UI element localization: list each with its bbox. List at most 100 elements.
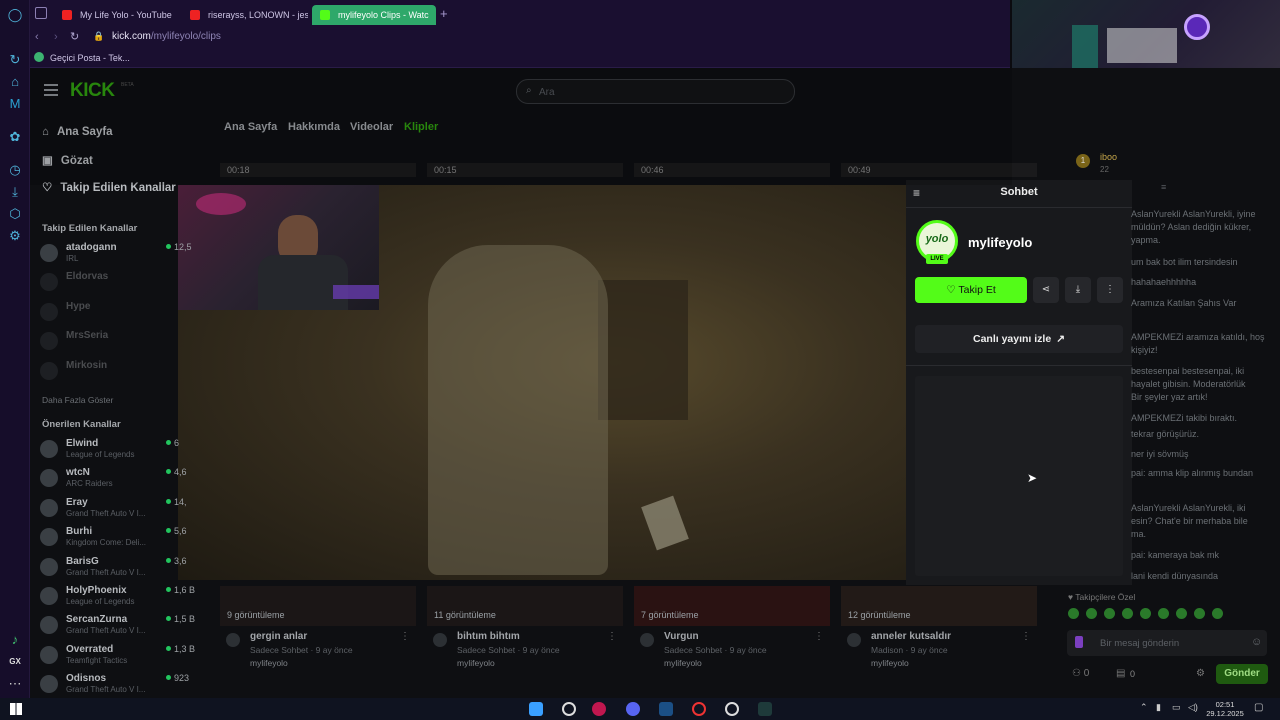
opera-gx-icon[interactable] (592, 702, 606, 716)
clip-thumb[interactable]: 00:15 (427, 163, 623, 177)
chat-pin-icon[interactable]: ≡ (1161, 182, 1166, 192)
more-options-icon[interactable]: ⋮ (400, 631, 410, 642)
windows-start-icon[interactable] (10, 703, 22, 715)
download-icon[interactable]: ⤓ (1065, 277, 1091, 303)
clip-thumbnail[interactable] (427, 586, 623, 626)
tab-about[interactable]: Hakkımda (288, 121, 340, 133)
gx-icon[interactable]: GX (7, 654, 23, 670)
emote-icon[interactable] (1158, 608, 1169, 619)
chat-settings-icon[interactable]: ⚙ (1196, 668, 1205, 679)
clip-thumbnail[interactable] (841, 586, 1037, 626)
messenger-icon[interactable]: M (7, 96, 23, 112)
emoji-icon[interactable]: ☺ (1251, 636, 1262, 648)
channel-item[interactable]: Eray Grand Theft Auto V I... 14, (40, 496, 190, 522)
channel-item[interactable]: Elwind League of Legends 6 (40, 437, 190, 463)
channel-item[interactable]: BarisG Grand Theft Auto V I... 3,6 (40, 555, 190, 581)
download-icon[interactable]: ⤓ (7, 184, 23, 200)
chatgpt-icon[interactable]: ✿ (7, 129, 23, 145)
channel-item[interactable]: Burhi Kingdom Come: Deli... 5,6 (40, 525, 190, 551)
settings-icon[interactable]: ⚙ (7, 228, 23, 244)
kick-logo[interactable]: KICK (70, 80, 115, 102)
clip-channel[interactable]: mylifeyolo (250, 658, 288, 668)
steam-icon[interactable] (659, 702, 673, 716)
forward-icon[interactable]: › (54, 31, 58, 43)
network-icon[interactable]: ▭ (1172, 702, 1181, 713)
url-field[interactable]: kick.com/mylifeyolo/clips (112, 31, 221, 42)
crowd-icon[interactable]: ⚇ 0 (1072, 668, 1089, 679)
clip-title[interactable]: Vurgun (664, 631, 699, 642)
nav-home[interactable]: ⌂ Ana Sayfa (42, 126, 113, 138)
opera-logo-icon[interactable]: ◯ (7, 7, 23, 23)
channel-item[interactable]: Overrated Teamfight Tactics 1,3 B (40, 643, 195, 669)
share-icon[interactable]: ⋖ (1033, 277, 1059, 303)
channel-item[interactable]: Hype (40, 300, 190, 326)
tab-kick-active[interactable]: mylifeyolo Clips - Watc (312, 5, 436, 25)
crypto-wallet-icon[interactable]: ⌂ (7, 74, 23, 90)
more-options-icon[interactable]: ⋮ (1097, 277, 1123, 303)
menu-icon[interactable] (44, 84, 58, 96)
tab-clips[interactable]: Klipler (404, 121, 438, 133)
emote-icon[interactable] (1068, 608, 1079, 619)
nav-browse[interactable]: ▣ Gözat (42, 153, 93, 167)
clip-title[interactable]: anneler kutsaldır (871, 631, 951, 642)
emote-icon[interactable] (1176, 608, 1187, 619)
clip-card[interactable]: 9 görüntüleme gergin anlar Sadece Sohbet… (220, 586, 416, 676)
show-more-link[interactable]: Daha Fazla Göster (42, 395, 113, 405)
watch-live-button[interactable]: Canlı yayını izle ↗ (915, 325, 1123, 353)
emote-icon[interactable] (1104, 608, 1115, 619)
channel-item[interactable]: SercanZurna Grand Theft Auto V I... 1,5 B (40, 613, 195, 639)
new-tab-icon[interactable]: + (440, 6, 448, 21)
bookmark-item[interactable]: Geçici Posta - Tek... (50, 53, 130, 63)
clock[interactable]: 02:51 29.12.2025 (1204, 700, 1246, 718)
files-icon[interactable] (529, 702, 543, 716)
follow-button[interactable]: ♡ Takip Et (915, 277, 1027, 303)
more-options-icon[interactable]: ⋮ (1021, 631, 1031, 642)
emote-picker-icon[interactable] (1075, 636, 1083, 648)
channel-item[interactable]: Odisnos Grand Theft Auto V I... 923 (40, 672, 190, 698)
clock-icon[interactable]: ◷ (7, 162, 23, 178)
more-options-icon[interactable]: ⋮ (814, 631, 824, 642)
channel-item[interactable]: wtcN ARC Raiders 4,6 (40, 466, 190, 492)
chat-message-input[interactable]: Bir mesaj gönderin ☺ (1067, 630, 1267, 656)
channel-item[interactable]: Eldorvas (40, 270, 190, 296)
clip-thumb[interactable]: 00:18 (220, 163, 416, 177)
terminal-icon[interactable] (758, 702, 772, 716)
tab-youtube-2[interactable]: riserayss, LONOWN - jess (182, 5, 308, 25)
emote-icon[interactable] (1212, 608, 1223, 619)
clip-thumb[interactable]: 00:46 (634, 163, 830, 177)
discord-icon[interactable] (626, 702, 640, 716)
clip-channel[interactable]: mylifeyolo (457, 658, 495, 668)
notification-icon[interactable]: ▢ (1254, 702, 1263, 713)
clip-thumb[interactable]: 00:49 (841, 163, 1037, 177)
channel-item[interactable]: HolyPhoenix League of Legends 1,6 B (40, 584, 195, 610)
tray-chevron-icon[interactable]: ⌃ (1140, 702, 1148, 713)
mic-icon[interactable]: ▮ (1156, 702, 1161, 713)
clip-channel[interactable]: mylifeyolo (871, 658, 909, 668)
chat-user[interactable]: iboo (1100, 152, 1117, 162)
app-icon[interactable] (725, 702, 739, 716)
channel-item[interactable]: atadogann IRL 12,5 (40, 241, 192, 267)
more-icon[interactable]: ⋯ (7, 676, 23, 692)
channel-name[interactable]: mylifeyolo (968, 235, 1032, 250)
emote-icon[interactable] (1122, 608, 1133, 619)
tab-home[interactable]: Ana Sayfa (224, 121, 277, 133)
clip-thumbnail[interactable] (634, 586, 830, 626)
tab-youtube-1[interactable]: My Life Yolo - YouTube (54, 5, 182, 25)
clip-card[interactable]: 11 görüntüleme bihtım bihtım Sadece Sohb… (427, 586, 623, 676)
channel-item[interactable]: Mirkosin (40, 359, 190, 385)
nav-following[interactable]: ♡ Takip Edilen Kanallar (42, 180, 176, 194)
workspace-icon[interactable] (35, 7, 47, 19)
clip-channel[interactable]: mylifeyolo (664, 658, 702, 668)
volume-icon[interactable]: ◁) (1188, 702, 1198, 713)
player-icon[interactable]: ♪ (7, 632, 23, 648)
clip-thumbnail[interactable] (220, 586, 416, 626)
settings-icon[interactable] (562, 702, 576, 716)
back-icon[interactable]: ‹ (35, 31, 39, 43)
tab-videos[interactable]: Videolar (350, 121, 393, 133)
clip-title[interactable]: bihtım bihtım (457, 631, 520, 642)
obs-icon[interactable] (692, 702, 706, 716)
clip-title[interactable]: gergin anlar (250, 631, 307, 642)
more-options-icon[interactable]: ⋮ (607, 631, 617, 642)
clip-card[interactable]: 12 görüntüleme anneler kutsaldır Madison… (841, 586, 1037, 676)
emote-icon[interactable] (1140, 608, 1151, 619)
